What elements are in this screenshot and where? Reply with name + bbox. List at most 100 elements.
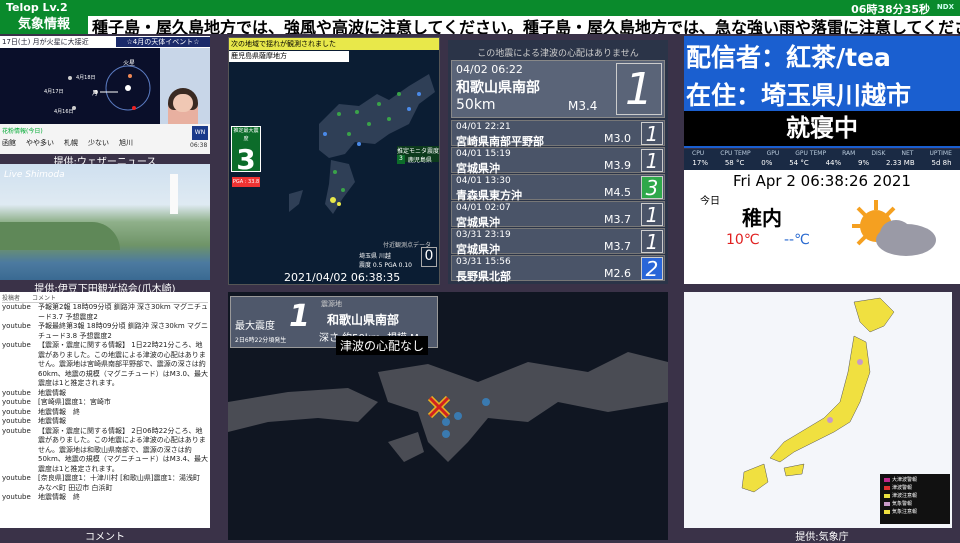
live-camera-panel: Live Shimoda xyxy=(0,164,210,280)
quake-magnitude: M2.6 xyxy=(604,267,631,280)
comment-user: youtube xyxy=(2,407,31,416)
epicenter-label: 震源地 xyxy=(321,300,342,308)
comment-message: 予報第2報 18時09分頃 釧路沖 深さ30km マグニチュード3.7 予想震度… xyxy=(38,303,208,321)
moon-label: 月 xyxy=(92,90,99,97)
monitor-box: 推定モニタ震度 3 鹿児島県 xyxy=(397,146,440,164)
meter-value: 44% xyxy=(825,159,842,167)
quake-date: 03/31 23:19 xyxy=(456,230,511,240)
comment-message: 地震情報 xyxy=(38,388,66,397)
temp-low: --℃ xyxy=(784,232,810,248)
quake-history-row[interactable]: 04/01 22:21 宮崎県南部平野部 M3.0 1 xyxy=(451,120,665,148)
comment-user: youtube xyxy=(2,398,31,406)
quake-history-row[interactable]: 04/01 13:30 青森県東方沖 M4.5 3 xyxy=(451,174,665,202)
comment-row: youtube [宮崎県]震度1：宮崎市 xyxy=(2,398,208,408)
comment-row: youtube 地震情報 xyxy=(2,417,208,427)
quake-intensity: 1 xyxy=(641,230,663,254)
quake-date: 04/01 13:30 xyxy=(456,176,511,186)
comment-row: youtube 予報第2報 18時09分頃 釧路沖 深さ30km マグニチュード3… xyxy=(2,303,208,322)
meter-label: DISK xyxy=(871,150,886,157)
warning-map-panel: 大津波警報 津波警報 津波注意報 気象警報 気象注意報 xyxy=(684,292,952,528)
legend-item: 津波注意報 xyxy=(892,493,918,499)
weathernews-panel: 17日(土) 月が火星に大接近 ☆4月の天体イベント☆ 火星 4月18日 4月1… xyxy=(0,36,210,154)
meter-value: 2.33 MB xyxy=(885,159,915,167)
news-ticker: 気象情報 種子島・屋久島地方では、強風や高波に注意してください。種子島・屋久島地… xyxy=(0,16,960,34)
broadcaster-status: 就寝中 xyxy=(684,111,960,146)
meter-value: 58 °C xyxy=(724,159,745,167)
comment-user: youtube xyxy=(2,388,31,397)
wn-clock: 06:38 xyxy=(190,142,208,149)
warning-legend: 大津波警報 津波警報 津波注意報 気象警報 気象注意報 xyxy=(892,476,917,516)
legend-item: 少ない xyxy=(88,139,109,147)
comment-panel[interactable]: 投稿者 コメント youtube 予報第2報 18時09分頃 釧路沖 深さ30km… xyxy=(0,292,210,528)
meter-value: 54 °C xyxy=(789,159,809,167)
sun-cloud-icon xyxy=(852,200,936,256)
quake-history-row[interactable]: 04/01 02:07 宮城県沖 M3.7 1 xyxy=(451,201,665,229)
weather-city: 稚内 xyxy=(742,206,782,230)
comment-caption: コメント xyxy=(85,532,125,543)
seismometer-panel: 次の地域で揺れが観測されました 鹿児島県薩摩地方 推定最大震度 3 PGA : … xyxy=(228,37,440,285)
comment-message: 地震情報 終 xyxy=(38,493,80,501)
legend-item: 旭川 xyxy=(119,139,133,147)
comment-row: youtube [奈良県]震度1：十津川村 [和歌山県]震度1：湯浅町 みなべ町 … xyxy=(2,474,208,493)
quake-map-panel: 最大震度 1 2日6時22分頃発生 震源地 和歌山県南部 深さ 約50km 規模… xyxy=(228,292,668,540)
meter-label: NET xyxy=(901,150,914,157)
quake-history-row[interactable]: 04/01 15:19 宮城県沖 M3.9 1 xyxy=(451,147,665,175)
comment-user: youtube xyxy=(2,474,31,482)
quake-date: 03/31 15:56 xyxy=(456,257,511,267)
station-name: 埼玉県 川越 xyxy=(359,253,391,260)
comment-user: youtube xyxy=(2,303,31,311)
legend-item: 大津波警報 xyxy=(892,477,918,483)
legend-item: 津波警報 xyxy=(892,485,913,491)
comment-row: youtube 【震源・震度に関する情報】 2日06時22分ころ、地震がありました… xyxy=(2,427,208,475)
wn-headline: 17日(土) 月が火星に大接近 xyxy=(2,38,89,46)
pollen-title: 花粉情報(今日) xyxy=(2,128,43,135)
quake-date: 04/02 06:22 xyxy=(456,63,523,76)
moon-mars-diagram xyxy=(68,65,151,111)
quake-magnitude: M4.5 xyxy=(604,186,631,199)
clock-text: 06時38分35秒 xyxy=(851,3,930,16)
shake-alert-header: 次の地域で揺れが観測されました xyxy=(229,38,439,50)
comment-message: 予報最終第3報 18時09分頃 釧路沖 深さ30km マグニチュード3.8 予想… xyxy=(38,322,208,340)
meter-value: 5d 8h xyxy=(931,159,952,167)
ticker-text: 種子島・屋久島地方では、強風や高波に注意してください。種子島・屋久島地方では、急… xyxy=(92,18,960,34)
legend-item: 気象警報 xyxy=(892,501,913,507)
date-label-1: 4月18日 xyxy=(76,75,96,81)
meter-value: 0% xyxy=(761,159,773,167)
quake-place: 和歌山県南部 xyxy=(456,80,540,96)
meter-label: CPU xyxy=(692,150,705,157)
comment-row: youtube 地震情報 終 xyxy=(2,493,208,503)
meter-label: RAM xyxy=(842,150,856,157)
comment-message: 【震源・震度に関する情報】 1日22時21分ころ、地震がありました。この地震によ… xyxy=(38,341,208,387)
quake-history-row[interactable]: 03/31 15:56 長野県北部 M2.6 2 xyxy=(451,255,665,283)
comment-message: 地震情報 終 xyxy=(38,407,80,416)
quake-depth: 50km xyxy=(456,97,496,113)
logo-text: NDX xyxy=(936,3,954,11)
weather-day: 今日 xyxy=(700,196,720,207)
latest-quake-card[interactable]: 04/02 06:22 和歌山県南部 50km M3.4 1 xyxy=(451,60,665,118)
quake-magnitude: M3.9 xyxy=(604,159,631,172)
mars-label: 火星 xyxy=(123,60,136,67)
date-label-3: 4月16日 xyxy=(54,109,74,115)
max-intensity: 1 xyxy=(289,299,310,334)
occurrence-time: 2日6時22分頃発生 xyxy=(235,337,287,344)
comment-user: youtube xyxy=(2,322,31,330)
meter-values: 17% 58 °C 0% 54 °C 44% 9% 2.33 MB 5d 8h xyxy=(684,157,960,167)
shake-region: 鹿児島県薩摩地方 xyxy=(229,51,349,62)
station-values: 震度 0.5 PGA 0.10 xyxy=(359,262,412,269)
monitor-label: 推定モニタ震度 xyxy=(397,148,440,155)
quake-date: 04/01 22:21 xyxy=(456,122,511,132)
comment-message: 【震源・震度に関する情報】 2日06時22分ころ、地震がありました。この地震によ… xyxy=(38,426,208,473)
comment-user: youtube xyxy=(2,341,31,349)
comment-message: [宮崎県]震度1：宮崎市 xyxy=(38,398,111,406)
comment-row: youtube 地震情報 xyxy=(2,389,208,399)
comment-list: youtube 予報第2報 18時09分頃 釧路沖 深さ30km マグニチュード3… xyxy=(2,303,208,503)
badge-intensity: 3 xyxy=(236,143,256,176)
broadcaster-name: 配信者：紅茶/tea xyxy=(686,43,891,72)
quake-magnitude: M3.7 xyxy=(604,213,631,226)
quake-history-row[interactable]: 03/31 23:19 宮城県沖 M3.7 1 xyxy=(451,228,665,256)
weather-clock: Fri Apr 2 06:38:26 2021 xyxy=(733,172,911,190)
comment-header: 投稿者 コメント xyxy=(2,293,208,303)
app-title: Telop Lv.2 xyxy=(6,1,68,14)
legend-item: 札幌 xyxy=(64,139,78,147)
quake-intensity: 1 xyxy=(616,63,662,115)
